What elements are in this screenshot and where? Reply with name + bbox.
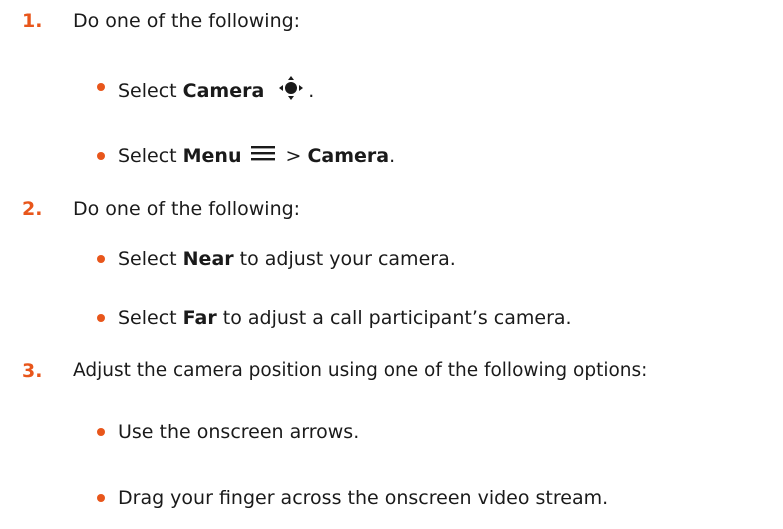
bullet-prefix: Select [118, 80, 177, 102]
step-1-bullet-1: Select Camera . [118, 75, 314, 107]
bullet [97, 494, 105, 502]
near-label: Near [182, 248, 234, 270]
step-3-text: Adjust the camera position using one of … [73, 360, 648, 381]
step-2-bullet-2: Select Far to adjust a call participant’… [118, 306, 572, 330]
step-2-text: Do one of the following: [73, 198, 301, 220]
menu-label: Menu [182, 145, 242, 167]
far-label: Far [182, 307, 217, 329]
bullet-suffix: to adjust a call participant’s camera. [216, 307, 572, 329]
bullet-suffix: . [389, 145, 396, 167]
menu-icon [251, 144, 276, 168]
camera-label: Camera [307, 145, 390, 167]
bullet [97, 152, 105, 160]
bullet-middle: > [279, 145, 308, 167]
bullet-suffix: . [308, 80, 315, 102]
bullet [97, 428, 105, 436]
step-2-bullet-1: Select Near to adjust your camera. [118, 247, 456, 271]
step-1-bullet-2: Select Menu > Camera . [118, 144, 395, 168]
step-2-number: 2. [22, 198, 43, 220]
bullet-suffix: to adjust your camera. [233, 248, 456, 270]
bullet [97, 83, 105, 91]
bullet-prefix: Select [118, 248, 183, 270]
camera-control-icon [278, 75, 304, 107]
step-3-bullet-2: Drag your finger across the onscreen vid… [118, 487, 609, 509]
bullet-prefix: Select [118, 307, 183, 329]
step-3-number: 3. [22, 360, 43, 382]
bullet [97, 255, 105, 263]
camera-label: Camera [182, 80, 265, 102]
step-1-number: 1. [22, 10, 43, 32]
bullet-prefix: Select [118, 145, 177, 167]
bullet [97, 314, 105, 322]
step-1-text: Do one of the following: [73, 10, 301, 32]
step-3-bullet-1: Use the onscreen arrows. [118, 421, 360, 443]
